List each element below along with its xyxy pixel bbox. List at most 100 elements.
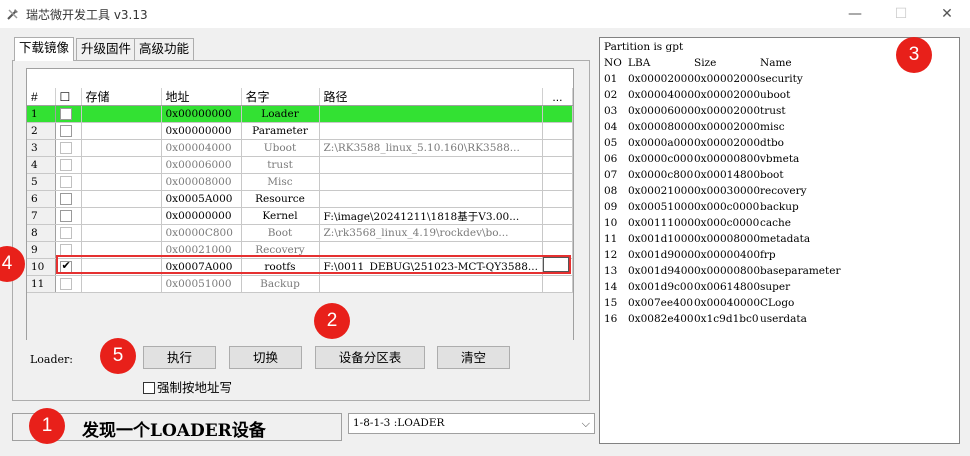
partition-name: userdata bbox=[760, 313, 807, 325]
partition-lba: 0x0000c000 bbox=[628, 153, 694, 165]
partition-lba: 0x001d9400 bbox=[628, 265, 695, 277]
row-name[interactable]: Uboot bbox=[241, 139, 320, 157]
partition-row: 13 0x001d9400 0x00000800 baseparameter bbox=[604, 265, 954, 281]
row-path[interactable] bbox=[319, 190, 543, 208]
partition-name: trust bbox=[760, 105, 786, 117]
partition-info-panel: Partition is gpt NO LBA Size Name 01 0x00… bbox=[599, 37, 960, 444]
table-row[interactable]: 7 0x00000000 Kernel F:\image\20241211\1818基… bbox=[27, 207, 573, 225]
partition-row: 03 0x00006000 0x00002000 trust bbox=[604, 105, 954, 121]
row-browse[interactable] bbox=[542, 122, 573, 140]
partition-lba: 0x007ee400 bbox=[628, 297, 694, 309]
maximize-button[interactable]: ☐ bbox=[878, 0, 924, 28]
row-address[interactable]: 0x00000000 bbox=[161, 105, 242, 123]
marker-1: 1 bbox=[29, 408, 65, 444]
row-checkbox[interactable] bbox=[59, 227, 72, 239]
row-address[interactable]: 0x00051000 bbox=[161, 275, 242, 293]
row-browse[interactable] bbox=[542, 139, 573, 157]
partition-name: metadata bbox=[760, 233, 811, 245]
row-select-cell[interactable] bbox=[55, 224, 82, 242]
row-name[interactable]: Backup bbox=[241, 275, 320, 293]
row-name[interactable]: Parameter bbox=[241, 122, 320, 140]
row-address[interactable]: 0x0005A000 bbox=[161, 190, 242, 208]
row-path[interactable] bbox=[319, 275, 543, 293]
table-row[interactable]: 2 0x00000000 Parameter bbox=[27, 122, 573, 140]
tab-upgrade-firmware[interactable]: 升级固件 bbox=[76, 38, 137, 60]
row-browse[interactable] bbox=[542, 173, 573, 191]
partition-size: 0x00030000 bbox=[694, 185, 761, 197]
row-path[interactable] bbox=[319, 105, 543, 123]
tab-advanced[interactable]: 高级功能 bbox=[134, 38, 195, 60]
row-select-cell[interactable] bbox=[55, 190, 82, 208]
partition-row: 09 0x00051000 0x000c0000 backup bbox=[604, 201, 954, 217]
chevron-down-icon[interactable]: ⌵ bbox=[582, 414, 590, 433]
checkbox-box[interactable] bbox=[143, 382, 155, 394]
table-row[interactable]: 6 0x0005A000 Resource bbox=[27, 190, 573, 208]
row-checkbox[interactable] bbox=[59, 142, 72, 154]
row-address[interactable]: 0x00006000 bbox=[161, 156, 242, 174]
row-browse[interactable] bbox=[542, 275, 573, 293]
row-select-cell[interactable] bbox=[55, 207, 82, 225]
partition-lba: 0x0000a000 bbox=[628, 137, 694, 149]
row-name[interactable]: Kernel bbox=[241, 207, 320, 225]
force-address-write-checkbox[interactable]: 强制按地址写 bbox=[143, 377, 232, 396]
row-address[interactable]: 0x00000000 bbox=[161, 122, 242, 140]
row-browse[interactable] bbox=[542, 190, 573, 208]
row-address[interactable]: 0x0000C800 bbox=[161, 224, 242, 242]
row-checkbox[interactable] bbox=[59, 125, 72, 137]
switch-button[interactable]: 切换 bbox=[229, 346, 302, 369]
table-row[interactable]: 8 0x0000C800 Boot Z:\rk3568_linux_4.19\rock… bbox=[27, 224, 573, 242]
row-path[interactable] bbox=[319, 173, 543, 191]
device-dropdown[interactable]: 1-8-1-3 :LOADER ⌵ bbox=[348, 413, 595, 434]
table-row[interactable]: 4 0x00006000 trust bbox=[27, 156, 573, 174]
device-partition-table-button[interactable]: 设备分区表 bbox=[315, 346, 425, 369]
row-path[interactable] bbox=[319, 122, 543, 140]
minimize-button[interactable]: — bbox=[832, 0, 878, 28]
row-checkbox[interactable] bbox=[59, 278, 72, 290]
row-checkbox[interactable] bbox=[59, 193, 72, 205]
row-select-cell[interactable] bbox=[55, 139, 82, 157]
row-select-cell[interactable] bbox=[55, 105, 82, 123]
execute-button[interactable]: 执行 bbox=[143, 346, 216, 369]
row-address[interactable]: 0x00008000 bbox=[161, 173, 242, 191]
row-path[interactable]: Z:\RK3588_linux_5.10.160\RK3588... bbox=[319, 139, 543, 157]
row-name[interactable]: trust bbox=[241, 156, 320, 174]
row-storage bbox=[81, 224, 162, 242]
table-row[interactable]: 11 0x00051000 Backup bbox=[27, 275, 573, 293]
col-select-all[interactable]: ☐ bbox=[55, 88, 82, 106]
partition-name: vbmeta bbox=[760, 153, 800, 165]
row-select-cell[interactable] bbox=[55, 275, 82, 293]
row-path[interactable] bbox=[319, 156, 543, 174]
row-select-cell[interactable] bbox=[55, 122, 82, 140]
row-name[interactable]: Boot bbox=[241, 224, 320, 242]
row-name[interactable]: Misc bbox=[241, 173, 320, 191]
row-name[interactable]: Resource bbox=[241, 190, 320, 208]
row-select-cell[interactable] bbox=[55, 173, 82, 191]
row-browse[interactable] bbox=[542, 224, 573, 242]
table-row[interactable]: 5 0x00008000 Misc bbox=[27, 173, 573, 191]
browse-cell-rootfs[interactable] bbox=[543, 257, 569, 272]
row-select-cell[interactable] bbox=[55, 156, 82, 174]
partition-no: 09 bbox=[604, 201, 618, 213]
row-browse[interactable] bbox=[542, 105, 573, 123]
partition-lba: 0x001d9000 bbox=[628, 249, 695, 261]
table-row[interactable]: 1 0x00000000 Loader bbox=[27, 105, 573, 123]
row-address[interactable]: 0x00000000 bbox=[161, 207, 242, 225]
row-name[interactable]: Loader bbox=[241, 105, 320, 123]
partition-lba: 0x00002000 bbox=[628, 73, 695, 85]
partition-size: 0x00000800 bbox=[694, 265, 761, 277]
row-checkbox[interactable] bbox=[59, 176, 72, 188]
table-row[interactable]: 3 0x00004000 Uboot Z:\RK3588_linux_5.10.160… bbox=[27, 139, 573, 157]
row-path[interactable]: F:\image\20241211\1818基于V3.00... bbox=[319, 207, 543, 225]
row-browse[interactable] bbox=[542, 207, 573, 225]
row-address[interactable]: 0x00004000 bbox=[161, 139, 242, 157]
row-number: 6 bbox=[27, 190, 56, 208]
clear-button[interactable]: 清空 bbox=[437, 346, 510, 369]
row-browse[interactable] bbox=[542, 156, 573, 174]
tab-download-image[interactable]: 下载镜像 bbox=[14, 37, 75, 61]
close-button[interactable]: ✕ bbox=[924, 0, 970, 28]
row-path[interactable]: Z:\rk3568_linux_4.19\rockdev\bo... bbox=[319, 224, 543, 242]
col-address: 地址 bbox=[161, 88, 242, 106]
row-checkbox[interactable] bbox=[59, 108, 72, 120]
row-checkbox[interactable] bbox=[59, 210, 72, 222]
row-checkbox[interactable] bbox=[59, 159, 72, 171]
